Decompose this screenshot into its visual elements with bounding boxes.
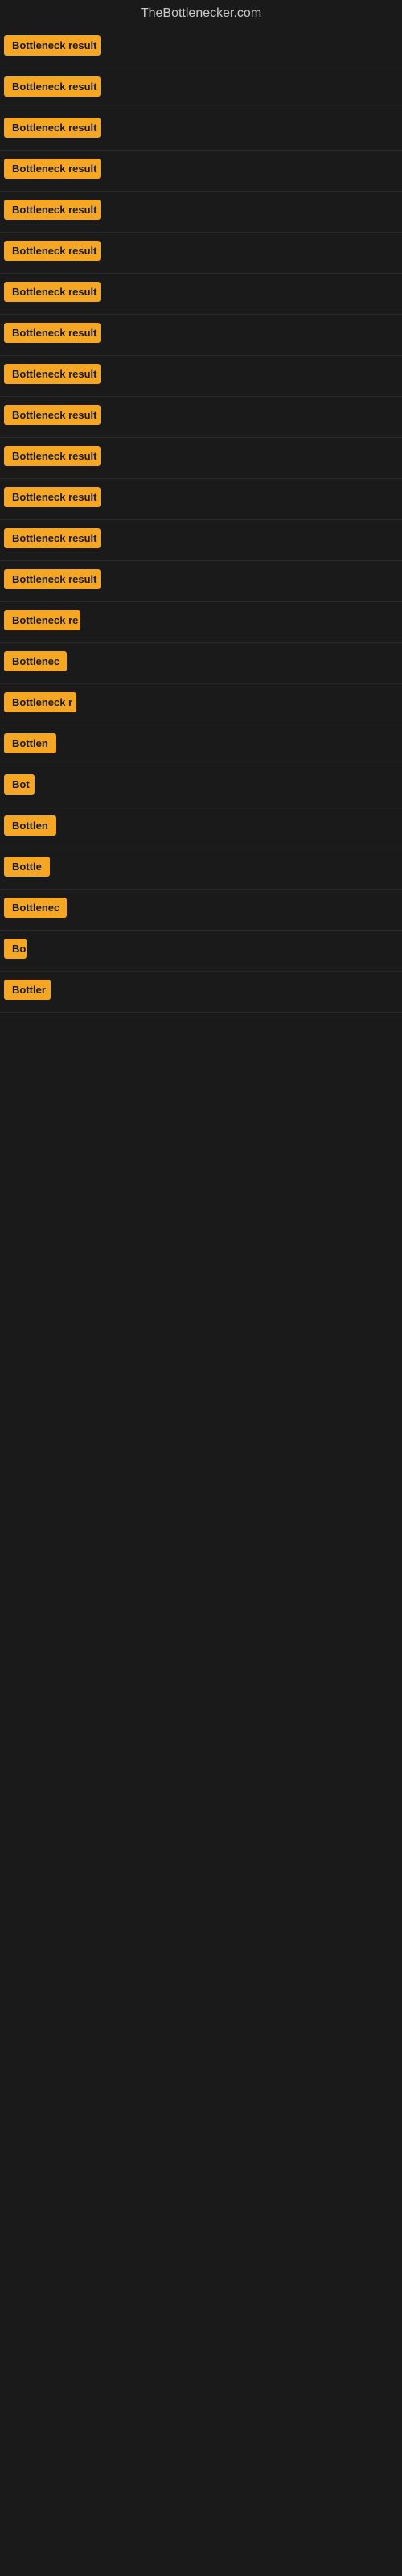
- bottleneck-result-badge[interactable]: Bottleneck result: [4, 323, 100, 343]
- bottleneck-result-badge[interactable]: Bottleneck result: [4, 282, 100, 302]
- bottleneck-result-badge[interactable]: Bottleneck result: [4, 405, 100, 425]
- bottleneck-result-badge[interactable]: Bottleneck result: [4, 528, 100, 548]
- list-item: Bottleneck result: [0, 27, 402, 68]
- bottleneck-result-badge[interactable]: Bottleneck result: [4, 241, 100, 261]
- bottleneck-result-badge[interactable]: Bottle: [4, 857, 50, 877]
- list-item: Bottleneck result: [0, 68, 402, 109]
- bottleneck-result-badge[interactable]: Bottleneck result: [4, 35, 100, 56]
- list-item: Bottlenec: [0, 643, 402, 684]
- site-title: TheBottlenecker.com: [0, 0, 402, 27]
- list-item: Bottleneck re: [0, 602, 402, 643]
- bottleneck-result-badge[interactable]: Bottleneck result: [4, 200, 100, 220]
- list-item: Bottleneck result: [0, 397, 402, 438]
- list-item: Bottlenec: [0, 890, 402, 931]
- bottleneck-result-badge[interactable]: Bot: [4, 774, 35, 795]
- list-item: Bottleneck result: [0, 315, 402, 356]
- bottleneck-result-badge[interactable]: Bottleneck result: [4, 364, 100, 384]
- list-item: Bottleneck r: [0, 684, 402, 725]
- list-item: Bottlen: [0, 725, 402, 766]
- bottleneck-result-badge[interactable]: Bottleneck result: [4, 76, 100, 97]
- site-title-bar: TheBottlenecker.com: [0, 0, 402, 27]
- list-item: Bo: [0, 931, 402, 972]
- list-item: Bottleneck result: [0, 561, 402, 602]
- bottleneck-result-badge[interactable]: Bottleneck result: [4, 159, 100, 179]
- list-item: Bottlen: [0, 807, 402, 848]
- bottleneck-result-badge[interactable]: Bottleneck result: [4, 487, 100, 507]
- list-item: Bottleneck result: [0, 479, 402, 520]
- list-item: Bottleneck result: [0, 520, 402, 561]
- list-item: Bottle: [0, 848, 402, 890]
- bottleneck-result-badge[interactable]: Bottleneck result: [4, 446, 100, 466]
- bottleneck-result-badge[interactable]: Bottleneck result: [4, 118, 100, 138]
- bottleneck-result-badge[interactable]: Bottler: [4, 980, 51, 1000]
- bottleneck-result-badge[interactable]: Bottleneck re: [4, 610, 80, 630]
- rows-container: Bottleneck result Bottleneck result Bottle…: [0, 27, 402, 1013]
- list-item: Bottleneck result: [0, 233, 402, 274]
- list-item: Bottleneck result: [0, 274, 402, 315]
- list-item: Bottleneck result: [0, 356, 402, 397]
- bottleneck-result-badge[interactable]: Bottleneck r: [4, 692, 76, 712]
- bottleneck-result-badge[interactable]: Bottlen: [4, 733, 56, 753]
- list-item: Bottleneck result: [0, 192, 402, 233]
- list-item: Bottleneck result: [0, 151, 402, 192]
- list-item: Bottleneck result: [0, 109, 402, 151]
- bottleneck-result-badge[interactable]: Bottlenec: [4, 651, 67, 671]
- bottleneck-result-badge[interactable]: Bottlen: [4, 815, 56, 836]
- list-item: Bottleneck result: [0, 438, 402, 479]
- list-item: Bot: [0, 766, 402, 807]
- bottleneck-result-badge[interactable]: Bottleneck result: [4, 569, 100, 589]
- bottleneck-result-badge[interactable]: Bottlenec: [4, 898, 67, 918]
- bottleneck-result-badge[interactable]: Bo: [4, 939, 27, 959]
- list-item: Bottler: [0, 972, 402, 1013]
